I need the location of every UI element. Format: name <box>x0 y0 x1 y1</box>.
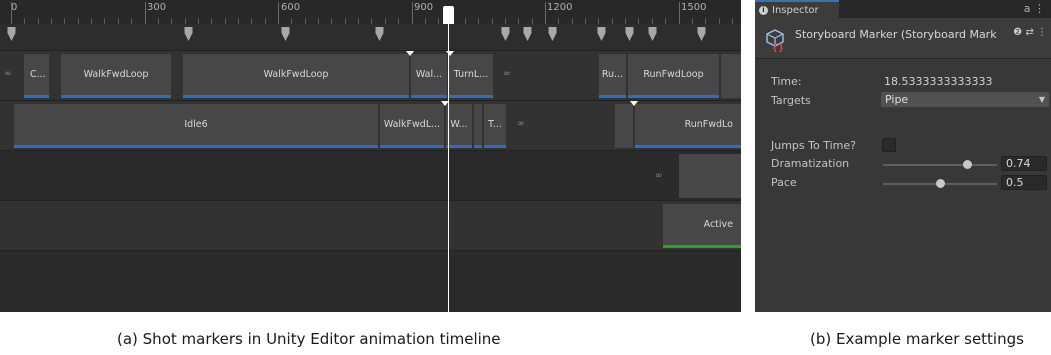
clip-walkfwdloop-1[interactable]: WalkFwdLoop <box>61 54 171 98</box>
pace-slider-thumb[interactable] <box>935 179 945 188</box>
blend-marker-icon <box>406 51 414 56</box>
clip-label: WalkFwdL... <box>383 119 441 130</box>
targets-value: Pipe <box>885 93 909 106</box>
marker-icon[interactable] <box>281 26 290 42</box>
targets-label: Targets <box>771 94 811 107</box>
loop-icon: ∞ <box>4 69 12 79</box>
clip-label: Ru... <box>601 69 624 80</box>
lock-menu-icon[interactable]: a ⋮ <box>1024 2 1045 15</box>
clip-turnl[interactable]: TurnL... <box>449 54 493 98</box>
clip-w[interactable]: W... <box>446 104 472 148</box>
dramatization-field[interactable]: 0.74 <box>1001 156 1047 171</box>
dramatization-label: Dramatization <box>771 157 850 170</box>
ruler-label-1200: 1200 <box>547 2 573 13</box>
help-preset-menu-icon[interactable]: ❷ ⇄ ⋮ <box>1013 27 1047 38</box>
ruler-major-tick <box>11 2 12 24</box>
marker-icon[interactable] <box>184 26 193 42</box>
ruler-major-tick <box>679 2 680 24</box>
clip-c[interactable]: C... <box>24 54 49 98</box>
caption-settings: (b) Example marker settings <box>810 330 1024 348</box>
time-value: 18.5333333333333 <box>884 75 993 88</box>
loop-icon: ∞ <box>655 171 663 181</box>
marker-icon[interactable] <box>625 26 634 42</box>
clip-label: Active <box>703 219 733 230</box>
inspector-tab-bar: i Inspector a ⋮ <box>755 0 1051 18</box>
clip-blend-2[interactable] <box>615 104 633 148</box>
marker-icon[interactable] <box>7 26 16 42</box>
ruler-major-tick <box>145 2 146 24</box>
ruler-major-tick <box>278 2 279 24</box>
ruler-label-900: 900 <box>414 2 434 13</box>
clip-wal[interactable]: Wal... <box>411 54 447 98</box>
clip-partial[interactable] <box>721 54 741 98</box>
clip-runfwdloop[interactable]: RunFwdLoop <box>628 54 719 98</box>
clip-label: Idle6 <box>184 119 208 130</box>
clip-label: TurnL... <box>453 69 489 80</box>
animation-timeline: 0 300 600 900 1200 1500 ∞ C... WalkFwdLo… <box>0 0 741 312</box>
info-icon: i <box>759 5 768 15</box>
clip-label: RunFwdLo <box>684 119 733 130</box>
targets-dropdown[interactable]: Pipe ▼ <box>881 92 1049 107</box>
storyboard-marker-icon: {} <box>766 29 784 52</box>
dramatization-slider-thumb[interactable] <box>962 160 972 169</box>
clip-label: Wal... <box>415 69 443 80</box>
time-label: Time: <box>771 75 802 88</box>
clip-active[interactable]: Active <box>663 204 741 248</box>
playhead-line[interactable] <box>448 8 449 312</box>
clip-label: W... <box>450 119 468 130</box>
ruler-label-300: 300 <box>147 2 167 13</box>
clip-walkfwdl[interactable]: WalkFwdL... <box>380 104 444 148</box>
dramatization-slider[interactable] <box>883 164 997 166</box>
caption-timeline: (a) Shot markers in Unity Editor animati… <box>117 330 501 348</box>
animation-track-3[interactable]: ∞ <box>0 150 741 201</box>
tab-inspector[interactable]: i Inspector <box>755 0 839 18</box>
inspector-panel: i Inspector a ⋮ {} Storyboard Marker (St… <box>755 0 1051 312</box>
component-header: {} Storyboard Marker (Storyboard Mark ❷ … <box>755 18 1051 59</box>
clip-label: C... <box>30 69 46 80</box>
animation-track-4[interactable]: Active <box>0 200 741 251</box>
dramatization-value: 0.74 <box>1006 157 1031 170</box>
pace-label: Pace <box>771 176 797 189</box>
clip-label: RunFwdLoop <box>643 69 704 80</box>
marker-icon[interactable] <box>548 26 557 42</box>
pace-value: 0.5 <box>1006 176 1024 189</box>
component-title: Storyboard Marker (Storyboard Mark <box>795 28 997 41</box>
tab-inspector-label: Inspector <box>772 4 819 16</box>
clip-label: WalkFwdLoop <box>83 69 149 80</box>
playhead-handle[interactable] <box>443 6 454 24</box>
marker-icon[interactable] <box>523 26 532 42</box>
jumps-to-time-label: Jumps To Time? <box>771 139 856 152</box>
marker-icon[interactable] <box>501 26 510 42</box>
marker-icon[interactable] <box>375 26 384 42</box>
clip-label: WalkFwdLoop <box>263 69 329 80</box>
marker-icon[interactable] <box>597 26 606 42</box>
marker-icon[interactable] <box>697 26 706 42</box>
jumps-to-time-checkbox[interactable] <box>882 138 896 152</box>
animation-track-1[interactable]: ∞ C... WalkFwdLoop WalkFwdLoop Wal... Tu… <box>0 50 741 101</box>
clip-walkfwdloop-2[interactable]: WalkFwdLoop <box>183 54 409 98</box>
clip-t[interactable]: T... <box>484 104 506 148</box>
dropdown-arrow-icon: ▼ <box>1038 95 1045 104</box>
svg-text:{}: {} <box>772 43 784 52</box>
loop-icon: ∞ <box>503 69 511 79</box>
loop-icon: ∞ <box>517 119 525 129</box>
pace-field[interactable]: 0.5 <box>1001 175 1047 190</box>
marker-lane[interactable] <box>0 24 741 50</box>
clip-idle6[interactable]: Idle6 <box>14 104 378 148</box>
ruler-label-1500: 1500 <box>681 2 707 13</box>
empty-track-area[interactable] <box>0 250 741 312</box>
clip-runfwdlo[interactable]: RunFwdLo <box>635 104 741 148</box>
clip-label: T... <box>488 119 502 130</box>
ruler-label-600: 600 <box>281 2 301 13</box>
clip-unnamed[interactable] <box>679 154 741 198</box>
time-ruler[interactable]: 0 300 600 900 1200 1500 <box>0 0 741 24</box>
clip-ru[interactable]: Ru... <box>599 54 626 98</box>
clip-blend[interactable] <box>474 104 482 148</box>
animation-track-2[interactable]: Idle6 WalkFwdL... W... T... ∞ RunFwdLo <box>0 100 741 151</box>
ruler-major-tick <box>412 2 413 24</box>
marker-icon[interactable] <box>648 26 657 42</box>
blend-marker-icon <box>630 101 638 106</box>
ruler-major-tick <box>545 2 546 24</box>
